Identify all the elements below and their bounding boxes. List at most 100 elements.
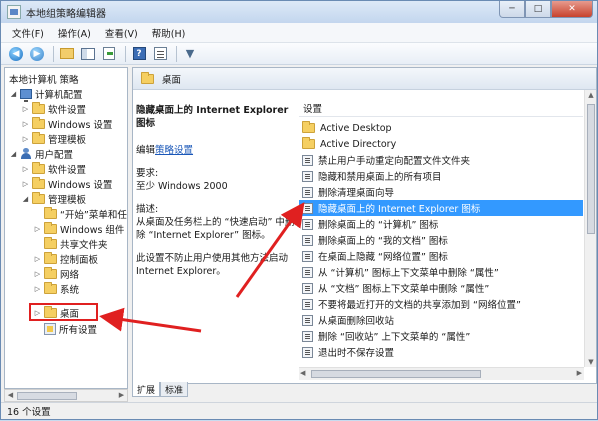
scroll-left-icon[interactable]: ◀ <box>300 368 305 379</box>
tree-item-user-config[interactable]: ◢ 用户配置 <box>9 146 73 161</box>
setting-row[interactable]: 删除 “回收站” 上下文菜单的 “属性” <box>299 328 583 344</box>
column-setting-label: 设置 <box>303 104 323 115</box>
settings-horizontal-scrollbar[interactable]: ◀ ▶ <box>299 367 584 380</box>
policy-setting-icon <box>302 234 313 246</box>
scroll-right-icon[interactable]: ▶ <box>577 368 582 379</box>
close-button[interactable]: ✕ <box>551 1 593 18</box>
setting-label: 隐藏和禁用桌面上的所有项目 <box>318 172 442 183</box>
collapse-icon[interactable]: ◢ <box>9 150 18 158</box>
expand-icon[interactable]: ▷ <box>33 285 42 293</box>
expand-icon[interactable]: ▷ <box>21 135 30 143</box>
menu-help[interactable]: 帮助(H) <box>145 26 193 40</box>
minimize-button[interactable]: ─ <box>499 1 525 18</box>
tree-item-desktop[interactable]: ▷ 桌面 <box>33 305 79 320</box>
expand-icon[interactable]: ▷ <box>21 180 30 188</box>
tree-item-control-panel[interactable]: ▷ 控制面板 <box>33 251 98 266</box>
setting-row-selected[interactable]: 隐藏桌面上的 Internet Explorer 图标 <box>299 200 583 216</box>
tree-item-computer-admin[interactable]: ▷ 管理模板 <box>21 131 86 146</box>
settings-column-header[interactable]: 设置 <box>299 100 583 117</box>
folder-icon <box>44 236 57 249</box>
expand-icon[interactable]: ▷ <box>21 105 30 113</box>
expand-icon[interactable]: ▷ <box>33 270 42 278</box>
setting-row[interactable]: Active Directory <box>299 136 583 152</box>
expand-icon[interactable]: ▷ <box>33 309 42 317</box>
setting-label: 隐藏桌面上的 Internet Explorer 图标 <box>318 204 481 215</box>
tree-item-root[interactable]: 本地计算机 策略 <box>9 71 79 86</box>
tree-item-windows-components[interactable]: ▷ Windows 组件 <box>33 221 124 236</box>
setting-label: 从 “计算机” 图标上下文菜单中删除 “属性” <box>318 268 499 279</box>
tree-item-system[interactable]: ▷ 系统 <box>33 281 79 296</box>
collapse-icon[interactable]: ◢ <box>21 195 30 203</box>
folder-icon <box>32 176 45 189</box>
tab-standard[interactable]: 标准 <box>160 382 189 397</box>
details-pane: 桌面 隐藏桌面上的 Internet Explorer 图标 编辑策略设置 要求… <box>132 67 597 384</box>
requirements-label: 要求: <box>136 168 159 179</box>
console-tree[interactable]: 本地计算机 策略 ◢ 计算机配置 ▷ 软件设置 ▷ Windows 设置 ▷ 管… <box>4 67 128 389</box>
maximize-button[interactable]: □ <box>525 1 551 18</box>
tree-item-label: 软件设置 <box>48 164 87 176</box>
scroll-thumb[interactable] <box>311 370 481 378</box>
setting-row[interactable]: 从 “计算机” 图标上下文菜单中删除 “属性” <box>299 264 583 280</box>
folder-icon <box>32 101 45 114</box>
menu-file[interactable]: 文件(F) <box>5 26 51 40</box>
setting-row[interactable]: 在桌面上隐藏 “网络位置” 图标 <box>299 248 583 264</box>
folder-icon <box>32 191 45 204</box>
setting-row[interactable]: 退出时不保存设置 <box>299 344 583 360</box>
filter-button[interactable]: ▼ <box>181 45 199 63</box>
all-settings-icon <box>44 322 56 335</box>
expand-icon[interactable]: ▷ <box>33 225 42 233</box>
setting-row[interactable]: 从 “文档” 图标上下文菜单中删除 “属性” <box>299 280 583 296</box>
forward-button[interactable]: ▶ <box>28 45 46 63</box>
tree-item-computer-software[interactable]: ▷ 软件设置 <box>21 101 86 116</box>
scroll-right-icon[interactable]: ▶ <box>116 390 127 401</box>
setting-label: 不要将最近打开的文档的共享添加到 “网络位置” <box>318 300 521 311</box>
setting-row[interactable]: 不要将最近打开的文档的共享添加到 “网络位置” <box>299 296 583 312</box>
tree-horizontal-scrollbar[interactable]: ◀ ▶ <box>4 389 128 402</box>
tree-item-start-menu[interactable]: “开始”菜单和任务栏 <box>33 206 127 221</box>
properties-button[interactable] <box>151 45 169 63</box>
expand-icon[interactable]: ▷ <box>21 165 30 173</box>
view-tabs: 扩展 标准 <box>132 382 189 397</box>
tree-item-computer-config[interactable]: ◢ 计算机配置 <box>9 86 83 102</box>
scroll-left-icon[interactable]: ◀ <box>5 390 16 401</box>
tree-item-label: Windows 设置 <box>48 179 113 191</box>
show-hide-tree-button[interactable] <box>79 45 97 63</box>
tree-item-user-admin[interactable]: ◢ 管理模板 <box>21 191 86 206</box>
up-folder-button[interactable] <box>58 45 76 63</box>
folder-icon <box>44 281 57 294</box>
setting-row[interactable]: 禁止用户手动重定向配置文件文件夹 <box>299 152 583 168</box>
setting-row[interactable]: 删除桌面上的 “计算机” 图标 <box>299 216 583 232</box>
setting-label: 禁止用户手动重定向配置文件文件夹 <box>318 156 471 167</box>
setting-label: Active Desktop <box>320 122 392 134</box>
setting-row[interactable]: 删除桌面上的 “我的文档” 图标 <box>299 232 583 248</box>
tab-extended[interactable]: 扩展 <box>132 382 161 397</box>
tree-item-computer-windows[interactable]: ▷ Windows 设置 <box>21 116 112 131</box>
scroll-thumb[interactable] <box>587 104 595 234</box>
setting-row[interactable]: Active Desktop <box>299 120 583 136</box>
expand-icon[interactable]: ▷ <box>21 120 30 128</box>
tree-item-all-settings[interactable]: 所有设置 <box>33 321 97 336</box>
help-button[interactable]: ? <box>130 45 148 63</box>
folder-icon <box>302 121 315 133</box>
back-button[interactable]: ◀ <box>7 45 25 63</box>
menu-action[interactable]: 操作(A) <box>51 26 98 40</box>
collapse-icon[interactable]: ◢ <box>9 90 18 98</box>
tree-item-label: 用户配置 <box>35 149 74 161</box>
edit-policy-link[interactable]: 策略设置 <box>155 145 193 156</box>
scroll-down-icon[interactable]: ▼ <box>585 358 596 366</box>
setting-row[interactable]: 从桌面删除回收站 <box>299 312 583 328</box>
edit-policy-line: 编辑策略设置 <box>136 144 296 157</box>
expand-icon[interactable]: ▷ <box>33 255 42 263</box>
scroll-thumb[interactable] <box>17 392 77 400</box>
menu-view[interactable]: 查看(V) <box>98 26 145 40</box>
setting-row[interactable]: 删除清理桌面向导 <box>299 184 583 200</box>
tree-item-network[interactable]: ▷ 网络 <box>33 266 79 281</box>
setting-label: 在桌面上隐藏 “网络位置” 图标 <box>318 252 448 263</box>
tree-item-user-software[interactable]: ▷ 软件设置 <box>21 161 86 176</box>
tree-item-user-windows[interactable]: ▷ Windows 设置 <box>21 176 112 191</box>
scroll-up-icon[interactable]: ▲ <box>585 91 596 99</box>
settings-vertical-scrollbar[interactable]: ▲ ▼ <box>584 90 596 367</box>
setting-row[interactable]: 隐藏和禁用桌面上的所有项目 <box>299 168 583 184</box>
export-list-button[interactable] <box>100 45 118 63</box>
tree-item-shared-folders[interactable]: 共享文件夹 <box>33 236 108 251</box>
